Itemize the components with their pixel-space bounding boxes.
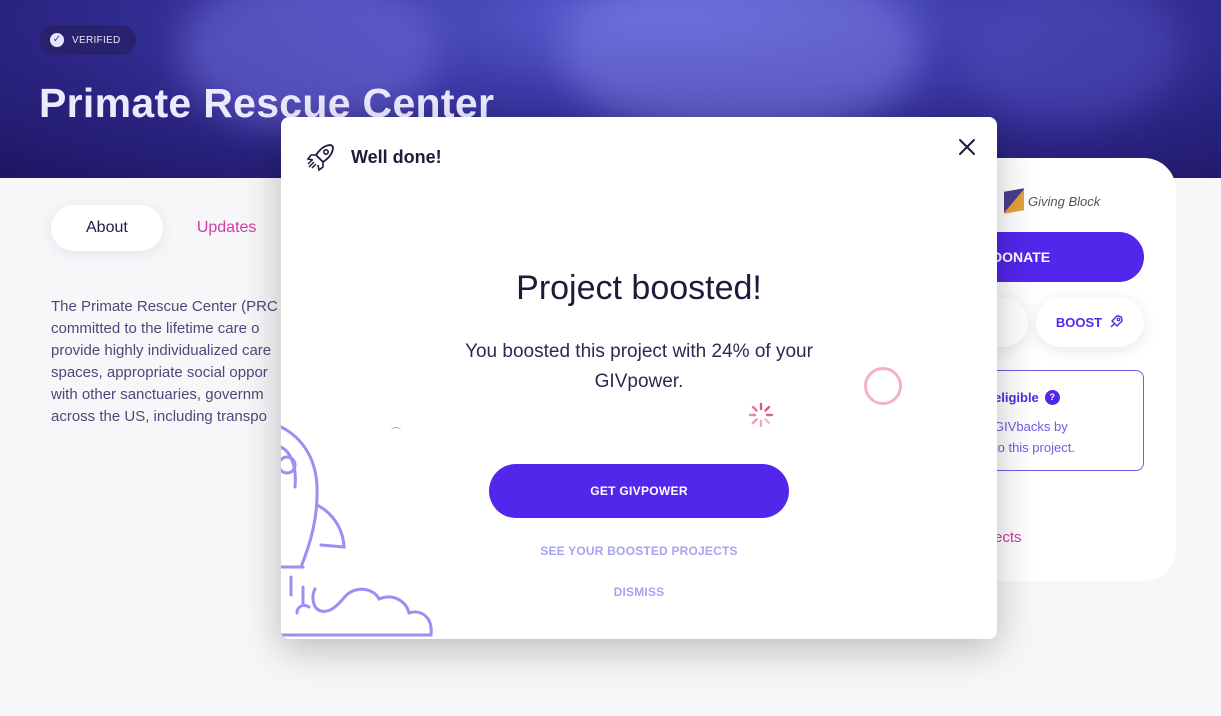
get-givpower-button[interactable]: GET GIVPOWER [489,464,789,518]
eligible-text-line: GIVbacks by [994,419,1068,434]
modal-message: You boosted this project with 24% of you… [465,341,813,392]
close-icon[interactable] [955,135,979,159]
modal-header: Well done! [305,141,442,173]
modal-heading: Well done! [351,146,442,167]
projects-link[interactable]: ects [994,529,1022,546]
boost-success-modal: Well done! Project boosted! You boosted … [281,117,997,639]
tab-about[interactable]: About [51,205,163,251]
see-boosted-projects-link[interactable]: SEE YOUR BOOSTED PROJECTS [281,544,997,558]
boost-button[interactable]: BOOST [1036,297,1144,347]
check-badge-icon: ✓ [50,33,64,47]
boost-label: BOOST [1055,314,1103,330]
rocket-icon [306,144,334,172]
project-tabs: About Updates [51,205,256,251]
givbacks-eligible-text: GIVbacks by to this project. [994,416,1075,458]
dismiss-button[interactable]: DISMISS [281,585,997,599]
giving-block-logo: Giving Block [1004,188,1101,214]
giving-block-cube-icon [1004,188,1024,214]
loading-spinner-icon [748,402,774,428]
hero-image-blur [960,0,1180,120]
verified-label: VERIFIED [72,34,121,46]
decorative-ring [864,367,902,405]
eligible-text-line: to this project. [994,440,1075,455]
modal-title: Project boosted! [516,269,762,307]
eligible-label: eligible [994,390,1039,405]
verified-badge: ✓ VERIFIED [39,25,136,55]
giving-block-label: Giving Block [1028,193,1101,209]
rocket-icon [1110,315,1123,328]
tab-updates[interactable]: Updates [197,205,257,251]
givbacks-eligible-title: eligible? [994,390,1060,405]
help-icon[interactable]: ? [1044,390,1060,405]
rocket-illustration-icon [281,425,433,637]
